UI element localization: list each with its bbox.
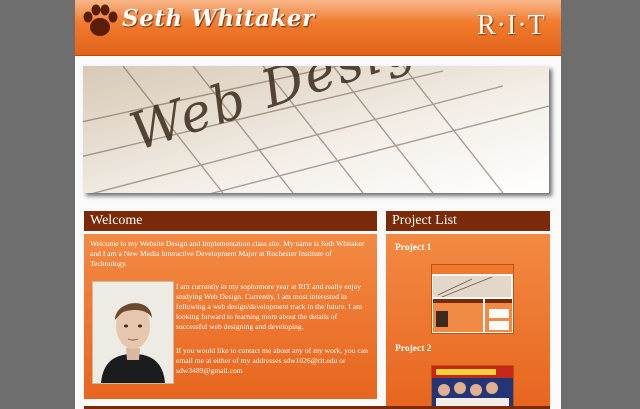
site-title[interactable]: Seth Whitaker	[122, 5, 315, 32]
paw-icon	[83, 4, 118, 36]
project-1-thumbnail[interactable]	[431, 264, 514, 334]
welcome-panel: Welcome to my Website Design and Impleme…	[84, 234, 377, 399]
welcome-paragraph-2: I am currently in my sophomore year at R…	[176, 282, 362, 331]
project-list-heading: Project List	[386, 211, 550, 231]
welcome-paragraph-3[interactable]: If you would like to contact me about an…	[176, 346, 370, 376]
project-1-title[interactable]: Project 1	[395, 243, 431, 253]
projects-panel: Project 1 Project 2	[386, 234, 550, 409]
page: Seth Whitaker R·I·T Web Design Welcome P…	[75, 0, 561, 409]
web-design-banner: Web Design	[83, 66, 549, 193]
project-2-thumbnail[interactable]	[431, 365, 514, 409]
welcome-heading: Welcome	[84, 211, 377, 231]
project-2-title[interactable]: Project 2	[395, 344, 431, 354]
profile-photo	[92, 281, 174, 384]
header: Seth Whitaker R·I·T	[75, 0, 561, 56]
rit-logo[interactable]: R·I·T	[477, 10, 546, 42]
welcome-intro: Welcome to my Website Design and Impleme…	[90, 239, 365, 268]
